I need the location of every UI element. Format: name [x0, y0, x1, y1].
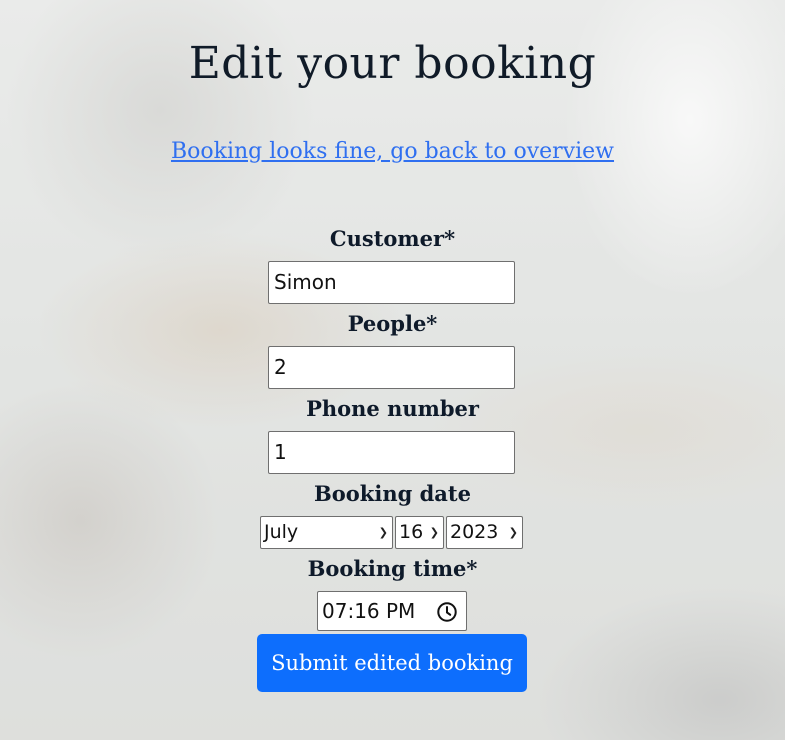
booking-time-value: 07:16 PM [322, 599, 416, 623]
clock-icon[interactable] [436, 601, 458, 623]
people-input[interactable]: 2 [268, 346, 515, 389]
chevron-down-icon: ❯ [429, 526, 439, 539]
month-value: July [264, 521, 299, 543]
month-select[interactable]: July ❯ [260, 516, 393, 549]
phone-label: Phone number [306, 396, 479, 421]
back-to-overview-link[interactable]: Booking looks fine, go back to overview [171, 139, 614, 164]
day-select[interactable]: 16 ❯ [395, 516, 444, 549]
back-link-container: Booking looks fine, go back to overview [0, 139, 785, 164]
chevron-down-icon: ❯ [378, 526, 388, 539]
phone-input[interactable]: 1 [268, 431, 515, 474]
booking-time-input[interactable]: 07:16 PM [317, 591, 467, 631]
day-value: 16 [399, 521, 424, 543]
customer-label: Customer* [329, 226, 456, 251]
submit-edited-booking-button[interactable]: Submit edited booking [257, 634, 527, 692]
chevron-down-icon: ❯ [508, 526, 518, 539]
edit-booking-page: Edit your booking Booking looks fine, go… [0, 0, 785, 740]
booking-time-label: Booking time* [307, 556, 478, 581]
page-title: Edit your booking [188, 38, 597, 89]
year-value: 2023 [450, 521, 499, 543]
year-select[interactable]: 2023 ❯ [446, 516, 523, 549]
customer-input[interactable]: Simon [268, 261, 515, 304]
people-label: People* [347, 311, 438, 336]
booking-date-label: Booking date [314, 481, 471, 506]
